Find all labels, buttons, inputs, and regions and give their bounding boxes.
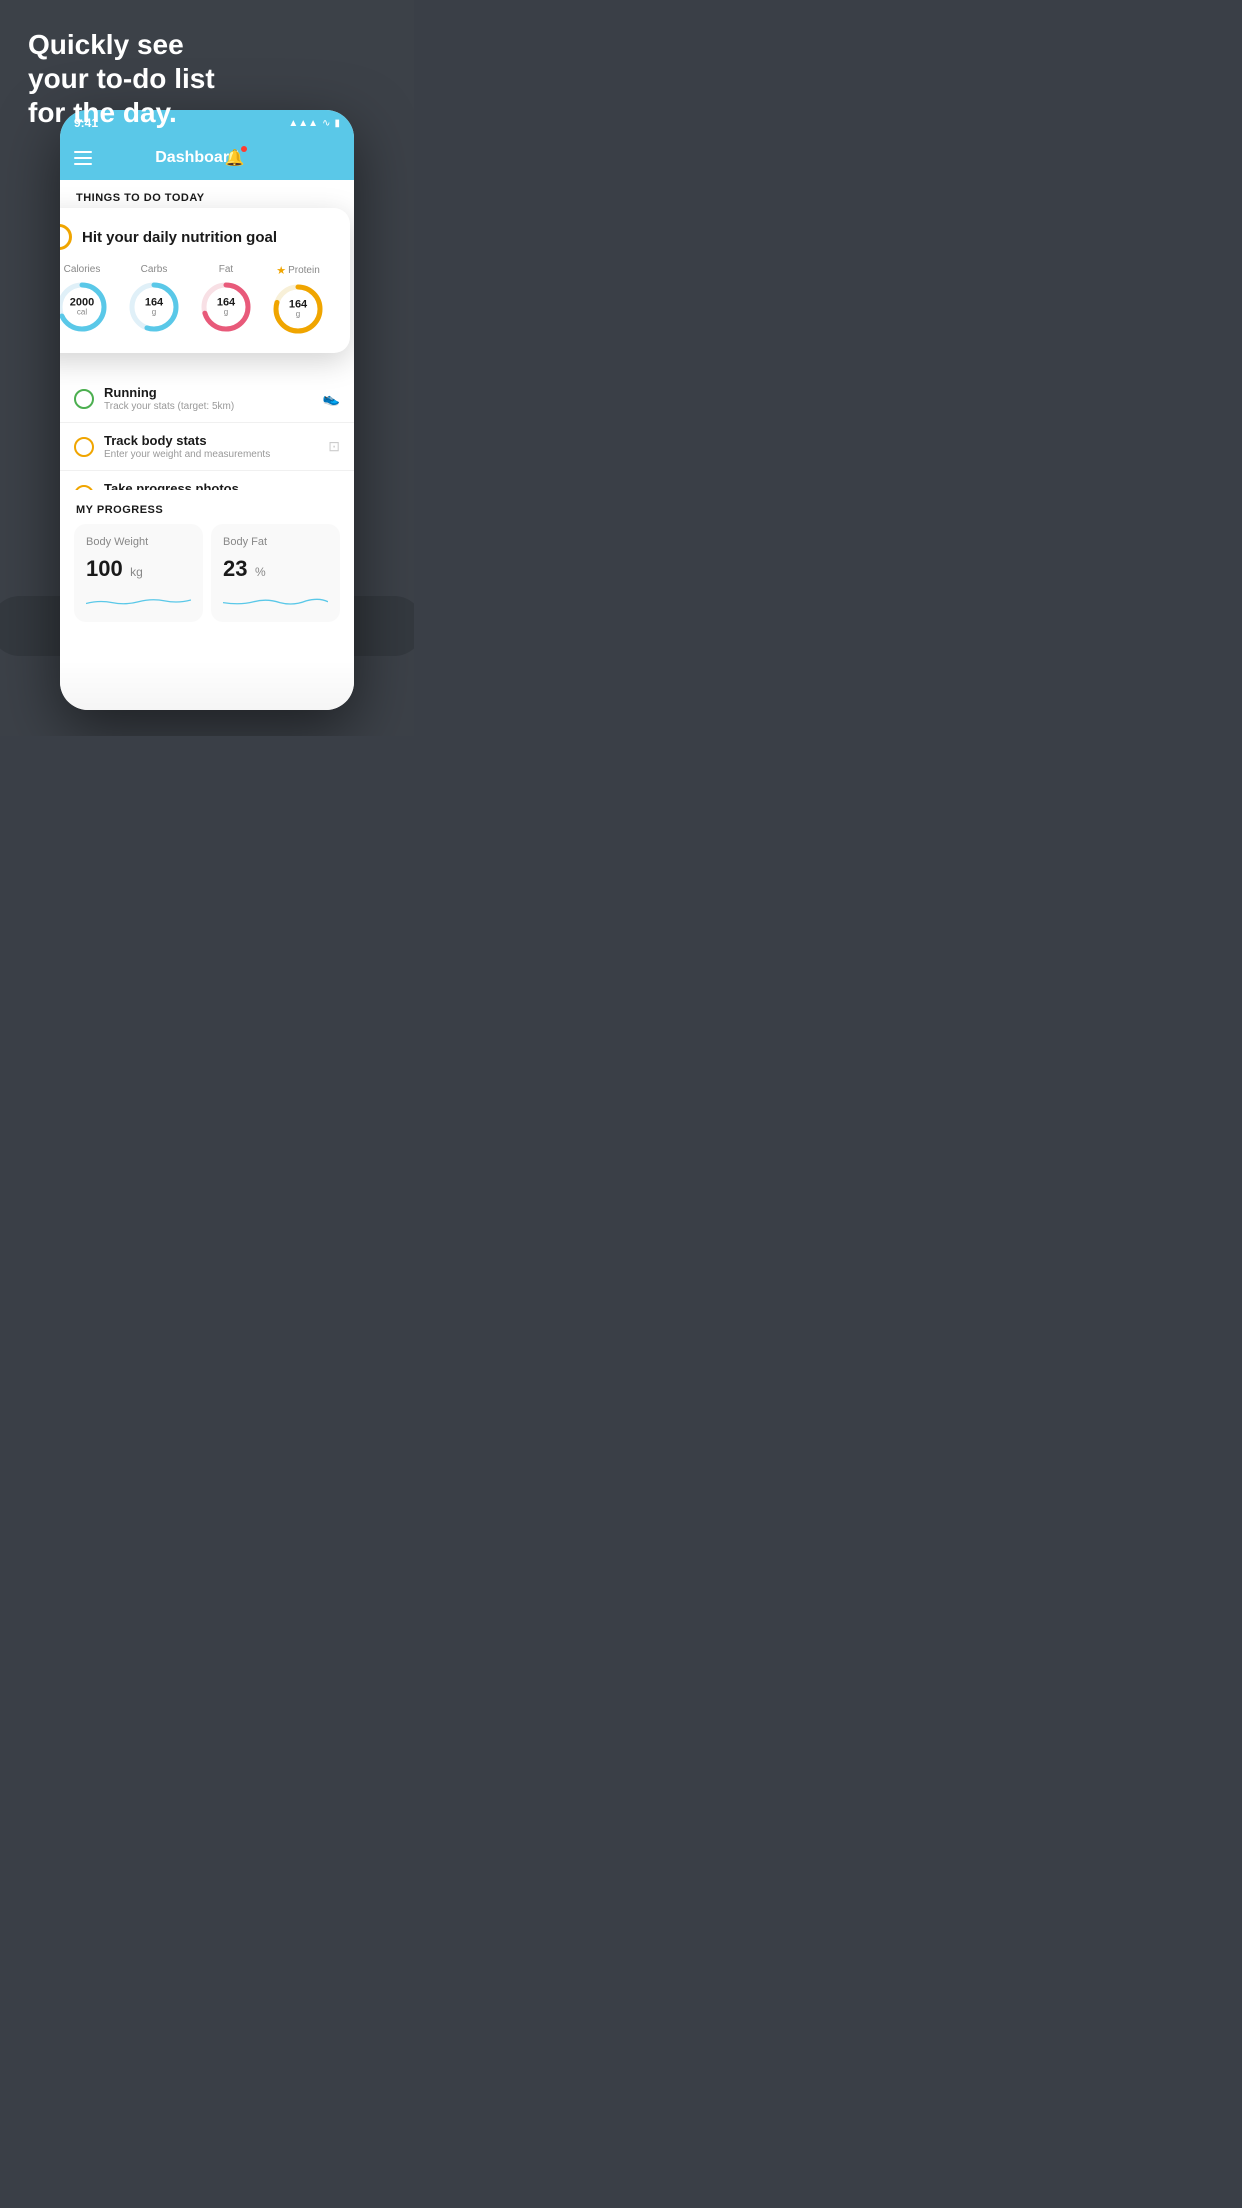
todo-body-stats-text: Track body stats Enter your weight and m… (104, 433, 318, 460)
signal-icon: ▲▲▲ (288, 118, 318, 129)
macro-carbs-label: Carbs (141, 264, 168, 275)
nutrition-macros: Calories 2000 cal (60, 264, 334, 337)
macro-protein-label: Protein (288, 265, 320, 276)
scale-icon: ⊡ (328, 438, 340, 455)
nav-bar: Dashboard 🔔 (60, 136, 354, 180)
macro-protein: ★ Protein 164 g (270, 264, 326, 337)
notification-dot (241, 146, 247, 152)
body-weight-label: Body Weight (86, 536, 191, 548)
progress-cards: Body Weight 100 kg Body Fat (60, 524, 354, 636)
status-icons: ▲▲▲ ∿ ▮ (288, 118, 340, 129)
body-weight-value: 100 kg (86, 556, 191, 582)
protein-star-icon: ★ (276, 264, 286, 277)
todo-running-text: Running Track your stats (target: 5km) (104, 385, 313, 412)
todo-body-stats[interactable]: Track body stats Enter your weight and m… (60, 423, 354, 471)
macro-fat-ring: 164 g (198, 279, 254, 335)
macro-calories: Calories 2000 cal (60, 264, 110, 337)
todo-running[interactable]: Running Track your stats (target: 5km) 👟 (60, 375, 354, 423)
body-fat-value: 23 % (223, 556, 328, 582)
nutrition-title: Hit your daily nutrition goal (82, 229, 277, 246)
body-weight-chart (86, 590, 191, 610)
macro-carbs: Carbs 164 g (126, 264, 182, 337)
progress-section: MY PROGRESS Body Weight 100 kg (60, 490, 354, 636)
hamburger-menu[interactable] (74, 151, 92, 165)
body-fat-label: Body Fat (223, 536, 328, 548)
notification-bell[interactable]: 🔔 (225, 148, 245, 168)
todo-body-stats-subtitle: Enter your weight and measurements (104, 449, 318, 460)
todo-body-stats-title: Track body stats (104, 433, 318, 448)
phone-content: THINGS TO DO TODAY Hit your daily nutrit… (60, 180, 354, 710)
todo-running-title: Running (104, 385, 313, 400)
wifi-icon: ∿ (322, 118, 330, 129)
page-background: Quickly see your to-do list for the day.… (0, 0, 414, 736)
todo-running-circle (74, 389, 94, 409)
body-fat-card[interactable]: Body Fat 23 % (211, 524, 340, 622)
nutrition-check-circle (60, 224, 72, 250)
macro-carbs-ring: 164 g (126, 279, 182, 335)
battery-icon: ▮ (334, 118, 340, 129)
macro-fat: Fat 164 g (198, 264, 254, 337)
body-fat-chart (223, 590, 328, 610)
macro-fat-label: Fat (219, 264, 233, 275)
nutrition-card-header: Hit your daily nutrition goal (60, 224, 334, 250)
macro-calories-ring: 2000 cal (60, 279, 110, 335)
macro-protein-ring: 164 g (270, 281, 326, 337)
things-to-do-header: THINGS TO DO TODAY (60, 180, 354, 210)
progress-section-header: MY PROGRESS (60, 490, 354, 524)
phone-shadow (60, 660, 354, 710)
todo-running-subtitle: Track your stats (target: 5km) (104, 401, 313, 412)
macro-calories-label: Calories (64, 264, 101, 275)
phone-mockup: 9:41 ▲▲▲ ∿ ▮ Dashboard 🔔 THINGS TO DO TO… (60, 110, 354, 710)
running-icon: 👟 (323, 390, 340, 407)
headline-text: Quickly see your to-do list for the day. (28, 28, 215, 130)
nutrition-card[interactable]: Hit your daily nutrition goal Calories (60, 208, 350, 353)
todo-body-stats-circle (74, 437, 94, 457)
body-weight-card[interactable]: Body Weight 100 kg (74, 524, 203, 622)
